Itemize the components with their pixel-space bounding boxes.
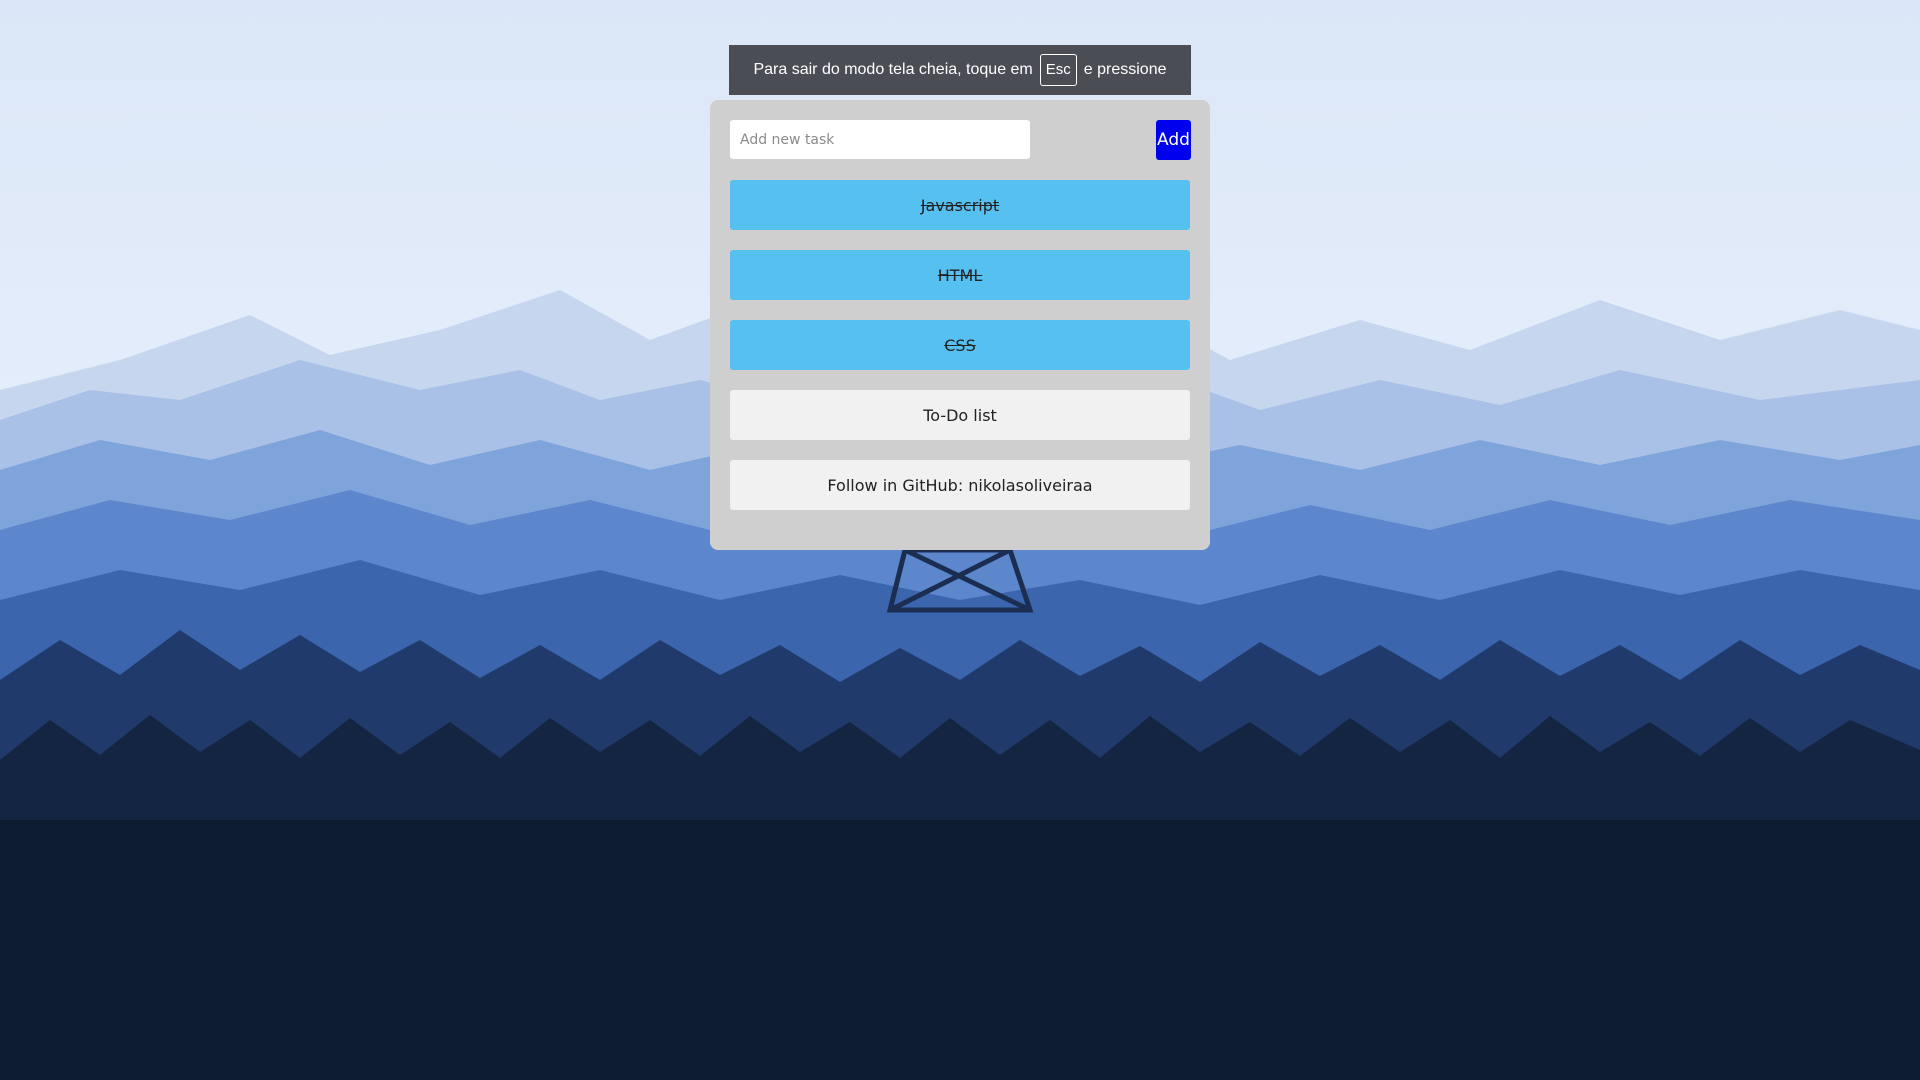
todo-list-title-item: To-Do list	[730, 390, 1190, 440]
fullscreen-exit-notice: Para sair do modo tela cheia, toque em E…	[729, 45, 1191, 95]
task-item-javascript[interactable]: Javascript	[730, 180, 1190, 230]
task-item-html[interactable]: HTML	[730, 250, 1190, 300]
task-item-css[interactable]: CSS	[730, 320, 1190, 370]
new-task-input[interactable]	[730, 120, 1030, 159]
notice-text-before: Para sair do modo tela cheia, toque em	[753, 61, 1033, 78]
esc-key-badge: Esc	[1039, 54, 1077, 86]
notice-text-after: e pressione	[1083, 61, 1167, 78]
todo-panel: Add Javascript HTML CSS To-Do list Follo…	[710, 100, 1210, 550]
add-task-button[interactable]: Add	[1156, 120, 1191, 160]
github-follow-item[interactable]: Follow in GitHub: nikolasoliveiraa	[730, 460, 1190, 510]
